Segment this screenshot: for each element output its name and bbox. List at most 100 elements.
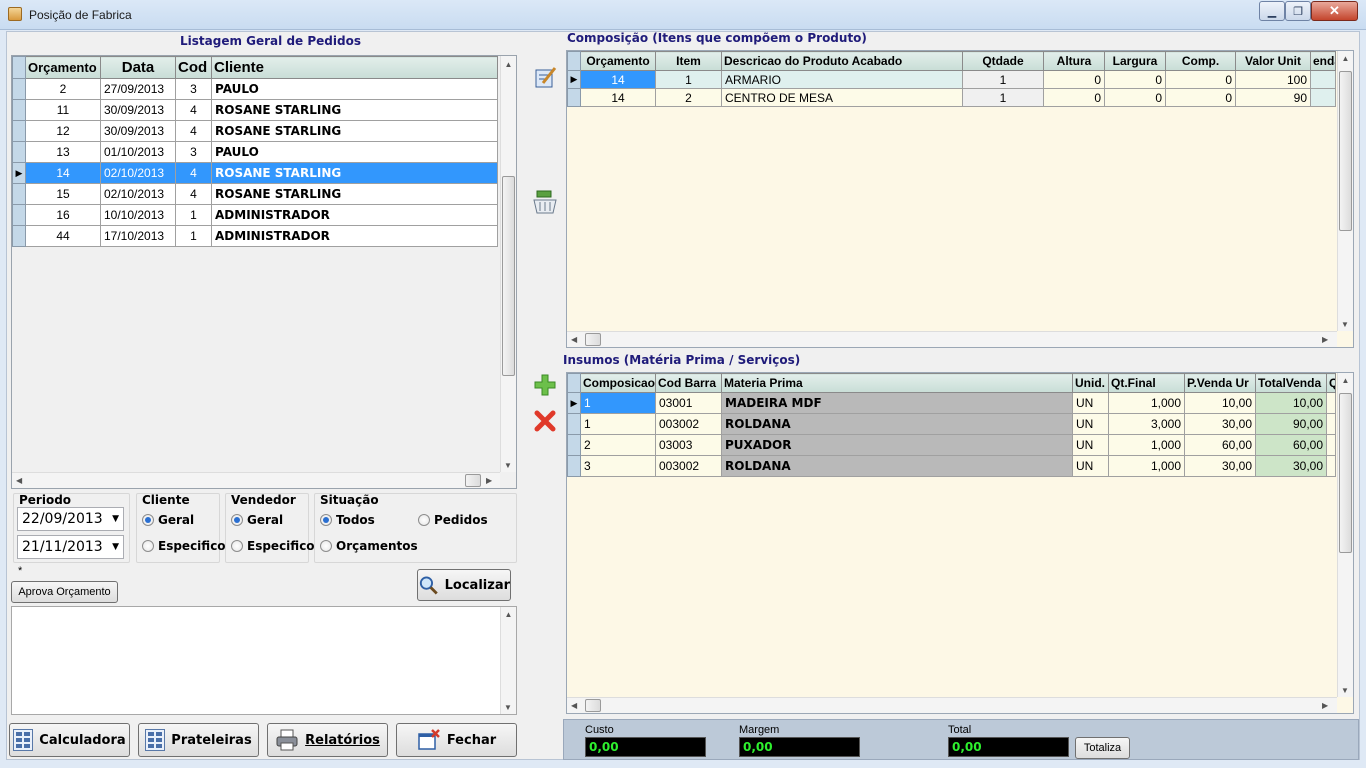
cell-qt-final[interactable]: 1,000 bbox=[1108, 392, 1185, 414]
table-row[interactable]: 13 01/10/2013 3 PAULO bbox=[12, 141, 498, 163]
table-row[interactable]: 16 10/10/2013 1 ADMINISTRADOR bbox=[12, 204, 498, 226]
cell-cliente[interactable]: PAULO bbox=[211, 78, 498, 100]
col-q-partial[interactable]: Q bbox=[1326, 373, 1336, 393]
row-indicator[interactable] bbox=[12, 204, 26, 226]
localizar-button[interactable]: Localizar bbox=[417, 569, 511, 601]
basket-icon[interactable] bbox=[532, 188, 558, 216]
maximize-button[interactable]: ❐ bbox=[1285, 1, 1311, 21]
insumos-vscroll-thumb[interactable] bbox=[1339, 393, 1352, 553]
cell-data[interactable]: 30/09/2013 bbox=[100, 99, 176, 121]
aprova-orcamento-button[interactable]: Aprova Orçamento bbox=[11, 581, 118, 603]
cell-total-venda[interactable]: 60,00 bbox=[1255, 434, 1327, 456]
cell-q[interactable] bbox=[1326, 392, 1336, 414]
totaliza-button[interactable]: Totaliza bbox=[1075, 737, 1130, 759]
date-from-picker[interactable]: 22/09/2013 ▼ bbox=[17, 507, 124, 531]
cell-cliente[interactable]: PAULO bbox=[211, 141, 498, 163]
cell-materia[interactable]: MADEIRA MDF bbox=[721, 392, 1073, 414]
cell-comp[interactable]: 0 bbox=[1165, 88, 1236, 107]
cell-qtdade[interactable]: 1 bbox=[962, 70, 1044, 89]
cell-composicao[interactable]: 1 bbox=[580, 392, 656, 414]
situacao-orcamentos-radio[interactable]: Orçamentos bbox=[320, 539, 418, 553]
vendedor-especifico-radio[interactable]: Especifico bbox=[231, 539, 315, 553]
cell-cod[interactable]: 4 bbox=[175, 120, 212, 142]
cell-venda[interactable] bbox=[1310, 88, 1336, 107]
edit-icon[interactable] bbox=[534, 65, 558, 89]
situacao-pedidos-radio[interactable]: Pedidos bbox=[418, 513, 488, 527]
cell-cliente[interactable]: ROSANE STARLING bbox=[211, 162, 498, 184]
custo-field[interactable]: 0,00 bbox=[585, 737, 706, 757]
cell-orcamento[interactable]: 11 bbox=[25, 99, 101, 121]
col-item[interactable]: Item bbox=[655, 51, 722, 71]
date-to-picker[interactable]: 21/11/2013 ▼ bbox=[17, 535, 124, 559]
table-row[interactable]: 2 27/09/2013 3 PAULO bbox=[12, 78, 498, 100]
row-indicator[interactable] bbox=[12, 183, 26, 205]
orders-hscrollbar[interactable]: ◀ ▶ bbox=[12, 472, 500, 488]
cell-largura[interactable]: 0 bbox=[1104, 88, 1166, 107]
row-indicator[interactable] bbox=[12, 120, 26, 142]
cell-cliente[interactable]: ROSANE STARLING bbox=[211, 99, 498, 121]
insumos-hscroll-thumb[interactable] bbox=[585, 699, 601, 712]
cell-cod[interactable]: 3 bbox=[175, 141, 212, 163]
cell-materia[interactable]: PUXADOR bbox=[721, 434, 1073, 456]
cell-data[interactable]: 30/09/2013 bbox=[100, 120, 176, 142]
add-icon[interactable] bbox=[533, 373, 557, 397]
row-indicator[interactable] bbox=[12, 141, 26, 163]
cell-orcamento[interactable]: 15 bbox=[25, 183, 101, 205]
col-composicao[interactable]: Composicao bbox=[580, 373, 656, 393]
cell-q[interactable] bbox=[1326, 434, 1336, 456]
composicao-vscrollbar[interactable]: ▲ ▼ bbox=[1337, 51, 1353, 331]
col-venda-partial[interactable]: enda bbox=[1310, 51, 1336, 71]
cell-cliente[interactable]: ADMINISTRADOR bbox=[211, 204, 498, 226]
cell-composicao[interactable]: 1 bbox=[580, 413, 656, 435]
cell-orcamento[interactable]: 44 bbox=[25, 225, 101, 247]
cell-unid[interactable]: UN bbox=[1072, 455, 1109, 477]
margem-field[interactable]: 0,00 bbox=[739, 737, 860, 757]
cell-data[interactable]: 02/10/2013 bbox=[100, 183, 176, 205]
cell-item[interactable]: 2 bbox=[655, 88, 722, 107]
cell-valor[interactable]: 100 bbox=[1235, 70, 1311, 89]
table-row[interactable]: 3 003002 ROLDANA UN 1,000 30,00 30,00 bbox=[567, 455, 1336, 477]
col-total-venda[interactable]: TotalVenda bbox=[1255, 373, 1327, 393]
cell-cod-barra[interactable]: 03003 bbox=[655, 434, 722, 456]
col-unid[interactable]: Unid. bbox=[1072, 373, 1109, 393]
col-p-venda[interactable]: P.Venda Ur bbox=[1184, 373, 1256, 393]
orders-hscroll-thumb[interactable] bbox=[465, 474, 481, 487]
col-data[interactable]: Data bbox=[100, 56, 176, 79]
cell-item[interactable]: 1 bbox=[655, 70, 722, 89]
cell-cod[interactable]: 4 bbox=[175, 162, 212, 184]
cell-materia[interactable]: ROLDANA bbox=[721, 413, 1073, 435]
cell-p-venda[interactable]: 30,00 bbox=[1184, 413, 1256, 435]
insumos-vscrollbar[interactable]: ▲ ▼ bbox=[1337, 373, 1353, 697]
cell-valor[interactable]: 90 bbox=[1235, 88, 1311, 107]
vendedor-geral-radio[interactable]: Geral bbox=[231, 513, 283, 527]
table-row[interactable]: 14 2 CENTRO DE MESA 1 0 0 0 90 bbox=[567, 88, 1336, 107]
row-indicator[interactable] bbox=[12, 78, 26, 100]
cell-composicao[interactable]: 3 bbox=[580, 455, 656, 477]
cell-qtdade[interactable]: 1 bbox=[962, 88, 1044, 107]
table-row-selected[interactable]: ▶ 1 03001 MADEIRA MDF UN 1,000 10,00 10,… bbox=[567, 392, 1336, 414]
cell-orcamento[interactable]: 16 bbox=[25, 204, 101, 226]
table-row-selected[interactable]: ▶ 14 02/10/2013 4 ROSANE STARLING bbox=[12, 162, 498, 184]
table-row[interactable]: 12 30/09/2013 4 ROSANE STARLING bbox=[12, 120, 498, 142]
cell-comp[interactable]: 0 bbox=[1165, 70, 1236, 89]
orders-vscrollbar[interactable]: ▲ ▼ bbox=[500, 56, 516, 472]
col-descricao[interactable]: Descricao do Produto Acabado bbox=[721, 51, 963, 71]
cell-unid[interactable]: UN bbox=[1072, 434, 1109, 456]
insumos-hscrollbar[interactable]: ◀ ▶ bbox=[567, 697, 1337, 713]
row-indicator-current[interactable]: ▶ bbox=[567, 70, 581, 89]
col-cod[interactable]: Cod bbox=[175, 56, 212, 79]
cell-cod-barra[interactable]: 003002 bbox=[655, 413, 722, 435]
cell-data[interactable]: 10/10/2013 bbox=[100, 204, 176, 226]
cell-data[interactable]: 27/09/2013 bbox=[100, 78, 176, 100]
col-comp[interactable]: Comp. bbox=[1165, 51, 1236, 71]
notes-memo[interactable]: ▲ ▼ bbox=[11, 606, 517, 715]
table-row-selected[interactable]: ▶ 14 1 ARMARIO 1 0 0 0 100 bbox=[567, 70, 1336, 89]
table-row[interactable]: 44 17/10/2013 1 ADMINISTRADOR bbox=[12, 225, 498, 247]
col-altura[interactable]: Altura bbox=[1043, 51, 1105, 71]
cell-orcamento[interactable]: 12 bbox=[25, 120, 101, 142]
cell-total-venda[interactable]: 30,00 bbox=[1255, 455, 1327, 477]
minimize-button[interactable]: ▁ bbox=[1259, 1, 1285, 21]
cell-largura[interactable]: 0 bbox=[1104, 70, 1166, 89]
row-indicator[interactable] bbox=[12, 225, 26, 247]
cell-total-venda[interactable]: 90,00 bbox=[1255, 413, 1327, 435]
